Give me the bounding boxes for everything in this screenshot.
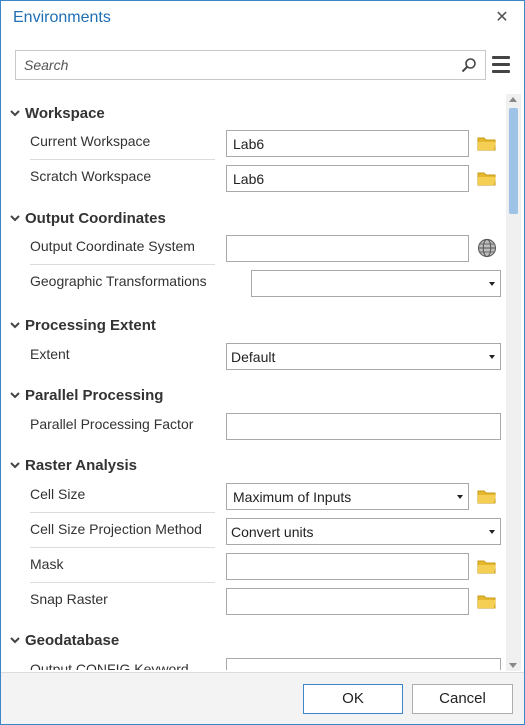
section-parallel-processing-header[interactable]: Parallel Processing (9, 385, 163, 405)
field-label: Snap Raster (30, 591, 108, 607)
mask-input[interactable] (226, 553, 469, 580)
divider (30, 264, 215, 265)
section-output-coordinates-header[interactable]: Output Coordinates (9, 208, 166, 228)
field-label: Cell Size (30, 486, 86, 502)
chevron-down-icon (10, 215, 20, 222)
scratch-workspace-input[interactable]: Lab6 (226, 165, 469, 192)
globe-icon[interactable] (477, 238, 497, 258)
row-cell-size: Cell Size Maximum of Inputs (1, 483, 505, 521)
vertical-scrollbar[interactable] (506, 94, 521, 671)
dropdown-value: Maximum of Inputs (233, 489, 352, 505)
dialog-title: Environments (13, 9, 111, 26)
dropdown-value: Convert units (231, 524, 314, 540)
section-title: Processing Extent (25, 316, 156, 334)
field-label: Cell Size Projection Method (30, 521, 202, 537)
row-parallel-processing-factor: Parallel Processing Factor (1, 413, 505, 451)
field-label: Output Coordinate System (30, 238, 195, 254)
divider (30, 582, 215, 583)
field-label: Scratch Workspace (30, 168, 152, 184)
folder-icon[interactable] (477, 170, 497, 186)
row-extent: Extent Default (1, 343, 505, 381)
caret-down-icon (489, 355, 495, 359)
parallel-processing-factor-input[interactable] (226, 413, 501, 440)
field-label: Current Workspace (30, 133, 151, 149)
chevron-down-icon (10, 462, 20, 469)
field-label: Output CONFIG Keyword (30, 661, 189, 670)
folder-icon[interactable] (477, 135, 497, 151)
caret-down-icon (457, 495, 463, 499)
row-output-config-keyword: Output CONFIG Keyword (1, 658, 505, 670)
environment-list: Workspace Current Workspace Lab6 Scratch… (1, 98, 505, 670)
snap-raster-input[interactable] (226, 588, 469, 615)
close-icon[interactable]: ✕ (494, 9, 510, 27)
row-current-workspace: Current Workspace Lab6 (1, 130, 505, 168)
chevron-down-icon (10, 392, 20, 399)
divider (30, 512, 215, 513)
scroll-down-icon[interactable] (509, 663, 517, 668)
output-config-keyword-input[interactable] (226, 658, 501, 670)
field-label: Geographic Transformations (30, 273, 207, 289)
scroll-up-icon[interactable] (509, 97, 517, 102)
cell-size-projection-method-dropdown[interactable]: Convert units (226, 518, 501, 545)
row-scratch-workspace: Scratch Workspace Lab6 (1, 165, 505, 203)
row-snap-raster: Snap Raster (1, 588, 505, 626)
current-workspace-input[interactable]: Lab6 (226, 130, 469, 157)
cell-size-dropdown[interactable]: Maximum of Inputs (226, 483, 469, 510)
field-label: Extent (30, 346, 70, 362)
section-title: Parallel Processing (25, 386, 164, 404)
dropdown-value: Default (231, 349, 276, 365)
caret-down-icon (489, 282, 495, 286)
section-raster-analysis-header[interactable]: Raster Analysis (9, 455, 137, 475)
menu-icon[interactable] (492, 56, 510, 74)
folder-icon[interactable] (477, 488, 497, 504)
section-title: Geodatabase (25, 631, 120, 649)
cancel-button[interactable]: Cancel (412, 684, 513, 714)
chevron-down-icon (10, 110, 20, 117)
chevron-down-icon (10, 637, 20, 644)
chevron-down-icon (10, 322, 20, 329)
search-icon[interactable] (461, 57, 477, 73)
search-box (15, 50, 486, 80)
output-coordinate-system-input[interactable] (226, 235, 469, 262)
row-geographic-transformations: Geographic Transformations (1, 270, 505, 308)
field-label: Mask (30, 556, 64, 572)
folder-icon[interactable] (477, 558, 497, 574)
row-mask: Mask (1, 553, 505, 591)
folder-icon[interactable] (477, 593, 497, 609)
caret-down-icon (489, 530, 495, 534)
section-title: Workspace (25, 104, 105, 122)
section-title: Output Coordinates (25, 209, 166, 227)
section-processing-extent-header[interactable]: Processing Extent (9, 315, 156, 335)
divider (30, 547, 215, 548)
row-output-coordinate-system: Output Coordinate System (1, 235, 505, 273)
search-input[interactable] (22, 56, 452, 74)
extent-dropdown[interactable]: Default (226, 343, 501, 370)
ok-button[interactable]: OK (303, 684, 403, 714)
divider (30, 159, 215, 160)
field-label: Parallel Processing Factor (30, 416, 194, 432)
section-workspace-header[interactable]: Workspace (9, 103, 105, 123)
scrollbar-thumb[interactable] (509, 108, 518, 214)
environments-dialog: Environments ✕ Workspace Current Workspa… (0, 0, 525, 725)
row-cell-size-projection-method: Cell Size Projection Method Convert unit… (1, 518, 505, 556)
section-title: Raster Analysis (25, 456, 138, 474)
section-geodatabase-header[interactable]: Geodatabase (9, 630, 119, 650)
geographic-transformations-dropdown[interactable] (251, 270, 501, 297)
dialog-footer: OK Cancel (1, 672, 524, 724)
